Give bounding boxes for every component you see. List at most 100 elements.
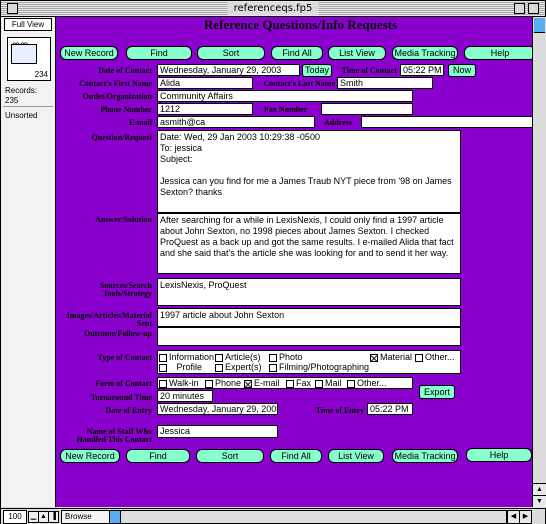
record-book-icon[interactable]: ꝏꝏ 234 [7, 37, 51, 81]
outcome-field[interactable] [157, 327, 461, 346]
date-of-contact-label: Date of Contact [98, 66, 152, 75]
type-option-label: Information [169, 352, 215, 362]
outlet-label: Outlet/Organization [82, 92, 152, 101]
now-button[interactable]: Now [448, 64, 476, 77]
sources-field[interactable]: LexisNexis, ProQuest [157, 278, 461, 306]
staff-label-line2: Handled This Contact [76, 435, 152, 444]
outcome-label: Outcome/Follow-up [84, 329, 152, 338]
new-record-button[interactable]: New Record [60, 46, 118, 60]
date-of-contact-field[interactable]: Wednesday, January 29, 2003 [157, 64, 300, 76]
date-of-entry-field[interactable]: Wednesday, January 29, 2003 [157, 403, 278, 415]
records-label: Records: [5, 86, 38, 95]
address-label: Address [324, 118, 352, 127]
form-option-mail[interactable]: Mail [315, 378, 342, 388]
type-option-material[interactable]: Material [370, 352, 412, 363]
vertical-scroll-thumb[interactable] [534, 18, 545, 33]
staff-field[interactable]: Jessica [157, 425, 278, 438]
time-of-contact-field[interactable]: 05:22 PM [400, 64, 444, 76]
answer-field[interactable]: After searching for a while in LexisNexi… [157, 213, 461, 274]
date-of-entry-label: Date of Entry [105, 406, 152, 415]
book-pages-icon [11, 44, 37, 64]
email-field[interactable]: asmith@ca [157, 116, 315, 128]
find-all-button[interactable]: Find All [271, 46, 323, 60]
sort-button[interactable]: Sort [197, 46, 265, 60]
form-option-label: Fax [296, 378, 312, 388]
form-of-contact-field: Walk-in Phone E-mail Fax Mail Other... [157, 377, 413, 389]
checkbox-icon [215, 353, 223, 362]
checkbox-icon [215, 363, 223, 372]
new-record-button-bottom[interactable]: New Record [60, 449, 120, 463]
horizontal-scroll-thumb[interactable] [110, 511, 121, 523]
time-of-contact-label: Time of Contact [341, 66, 397, 75]
checkbox-icon [286, 379, 294, 388]
checkbox-checked-icon [370, 353, 378, 362]
help-button[interactable]: Help [464, 46, 536, 60]
find-button-bottom[interactable]: Find [126, 449, 190, 463]
title-bar[interactable]: referenceqs.fp5 [1, 1, 545, 17]
status-area-toggle-icon[interactable]: ▐ [48, 511, 59, 523]
type-option-label: Expert(s) [225, 362, 262, 372]
phone-field[interactable]: 1212 [157, 103, 253, 115]
form-option-walk-in[interactable]: Walk-in [159, 378, 199, 388]
form-option-other[interactable]: Other... [347, 378, 387, 388]
turnaround-label: Turnaround Time [90, 393, 152, 402]
answer-label: Answer/Solution [95, 215, 152, 224]
checkbox-icon [159, 379, 167, 388]
form-option-phone[interactable]: Phone [205, 378, 241, 388]
question-line: Sexton? thanks [160, 187, 223, 197]
checkbox-checked-icon [244, 379, 252, 388]
view-mode-popup[interactable]: Full View [4, 18, 52, 31]
address-field[interactable] [361, 116, 544, 128]
form-option-email[interactable]: E-mail [244, 378, 280, 388]
images-label-line2: Sent [136, 319, 152, 328]
help-button-bottom[interactable]: Help [466, 448, 532, 462]
type-option-experts[interactable]: Expert(s) [215, 362, 262, 373]
export-button[interactable]: Export [419, 385, 455, 399]
first-name-field[interactable]: Alida [157, 77, 253, 89]
form-layout: Reference Questions/Info Requests New Re… [56, 17, 545, 507]
zoom-box-icon[interactable] [514, 3, 525, 14]
email-label: E-mail [128, 118, 152, 127]
last-name-field[interactable]: Smith [337, 77, 433, 89]
status-area: Full View ꝏꝏ 234 Records: 235 Unsorted [1, 17, 56, 507]
horizontal-scrollbar[interactable] [109, 510, 507, 524]
list-view-button[interactable]: List View [328, 46, 386, 60]
type-option-filming[interactable]: Filming/Photographing [269, 362, 369, 373]
phone-label: Phone Number [100, 105, 152, 114]
form-option-fax[interactable]: Fax [286, 378, 312, 388]
type-of-contact-label: Type of Contact [97, 353, 152, 362]
checkbox-icon [159, 363, 167, 372]
last-name-label: Contact's Last Name [263, 79, 335, 88]
zoom-percentage[interactable]: 100 [3, 510, 27, 524]
today-button[interactable]: Today [302, 64, 332, 77]
close-box-icon[interactable] [7, 3, 18, 14]
scroll-down-arrow-icon[interactable]: ▼ [533, 495, 546, 508]
turnaround-field[interactable]: 20 minutes [157, 390, 213, 402]
find-button[interactable]: Find [126, 46, 192, 60]
type-of-contact-field: Information Article(s) Photo Material Ot… [157, 350, 461, 374]
sort-button-bottom[interactable]: Sort [196, 449, 264, 463]
images-sent-field[interactable]: 1997 article about John Sexton [157, 308, 461, 327]
mode-popup[interactable]: Browse [61, 510, 110, 524]
checkbox-icon [347, 379, 355, 388]
type-option-label: Article(s) [225, 352, 261, 362]
collapse-box-icon[interactable] [528, 3, 539, 14]
scroll-right-arrow-icon[interactable]: ▶ [519, 510, 532, 524]
status-bar: 100 ▁ ▲ ▐ Browse ◀ ▶ [1, 508, 545, 524]
question-field[interactable]: Date: Wed, 29 Jan 2003 10:29:38 -0500 To… [157, 130, 461, 213]
fax-field[interactable] [321, 103, 413, 115]
list-view-button-bottom[interactable]: List View [328, 449, 384, 463]
find-all-button-bottom[interactable]: Find All [270, 449, 322, 463]
time-of-entry-field[interactable]: 05:22 PM [367, 403, 413, 415]
checkbox-icon [415, 353, 423, 362]
current-record-number[interactable]: 234 [35, 70, 48, 79]
vertical-scrollbar[interactable]: ▲ ▼ [532, 17, 546, 508]
form-of-contact-label: Form of Contact [95, 379, 152, 388]
type-option-other[interactable]: Other... [415, 352, 455, 363]
media-tracking-button-bottom[interactable]: Media Tracking [392, 449, 458, 463]
type-option-profile[interactable]: Profile [159, 362, 202, 373]
media-tracking-button[interactable]: Media Tracking [392, 46, 458, 60]
form-title: Reference Questions/Info Requests [203, 17, 398, 32]
checkbox-icon [269, 353, 277, 362]
outlet-field[interactable]: Community Affairs [157, 90, 413, 102]
